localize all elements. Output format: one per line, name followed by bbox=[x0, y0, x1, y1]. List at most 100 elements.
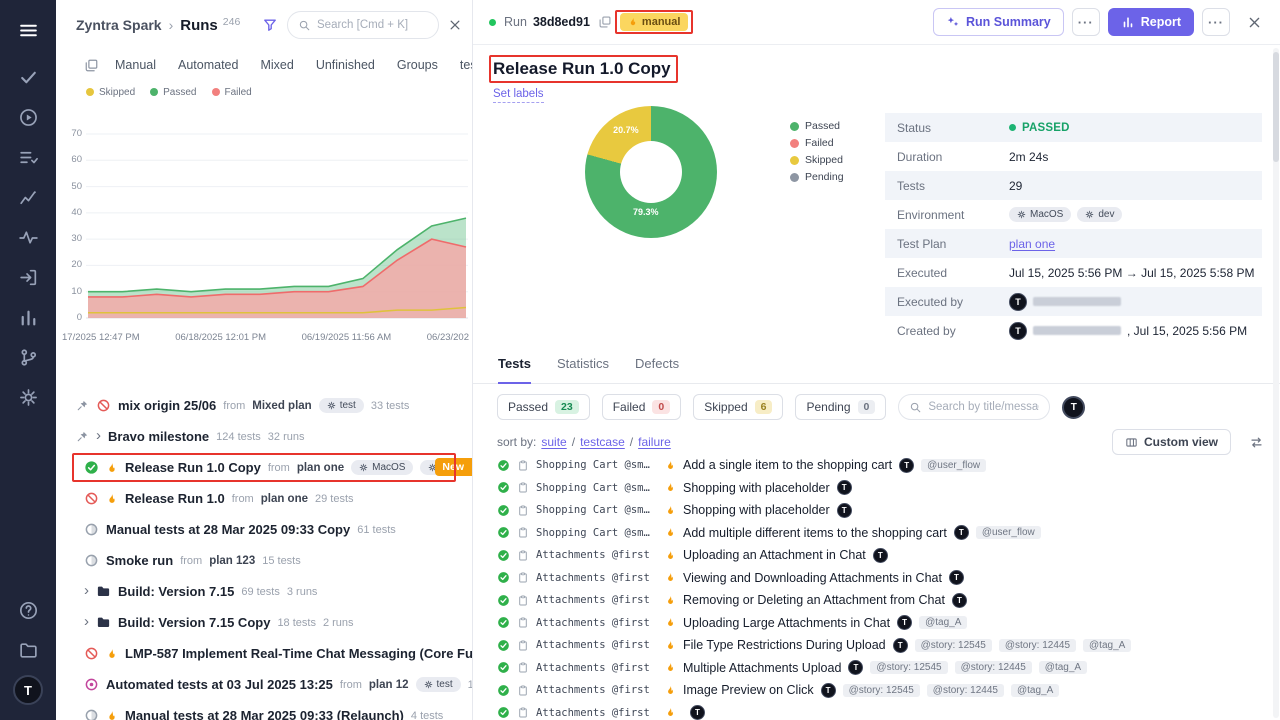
run-summary-button[interactable]: Run Summary bbox=[933, 8, 1064, 36]
sort-by-suite[interactable]: suite bbox=[541, 435, 566, 449]
sidebar-gear-button[interactable] bbox=[10, 382, 46, 412]
tests-search-input[interactable] bbox=[928, 401, 1039, 413]
tab-statistics[interactable]: Statistics bbox=[557, 356, 609, 383]
run-list-item[interactable]: LMP-587 Implement Real-Time Chat Messagi… bbox=[56, 638, 472, 669]
tests-search[interactable] bbox=[898, 394, 1050, 420]
test-tag[interactable]: @story: 12445 bbox=[927, 684, 1004, 697]
run-list-item[interactable]: ›Build: Version 7.1569 tests3 runs bbox=[56, 576, 472, 607]
test-tag[interactable]: @user_flow bbox=[976, 526, 1041, 539]
more-options-button-2[interactable]: ··· bbox=[1202, 8, 1230, 36]
sidebar-bar-chart-button[interactable] bbox=[10, 302, 46, 332]
test-row[interactable]: Attachments @firstRemoving or Deleting a… bbox=[497, 589, 1274, 612]
filter-failed[interactable]: Failed0 bbox=[602, 394, 682, 420]
set-labels-link[interactable]: Set labels bbox=[493, 87, 544, 103]
sidebar-list-check-button[interactable] bbox=[10, 142, 46, 172]
runs-panel-close-button[interactable] bbox=[444, 14, 466, 36]
runs-tab-manual[interactable]: Manual bbox=[115, 58, 156, 72]
scrollbar-thumb[interactable] bbox=[1273, 52, 1279, 162]
run-list-item[interactable]: mix origin 25/06fromMixed plantest33 tes… bbox=[56, 390, 472, 421]
donut-legend-failed[interactable]: Failed bbox=[790, 137, 844, 149]
more-options-button[interactable]: ··· bbox=[1072, 8, 1100, 36]
run-list-item[interactable]: Smoke runfromplan 12315 tests bbox=[56, 545, 472, 576]
run-plan-name[interactable]: plan 12 bbox=[369, 679, 409, 691]
run-list-item[interactable]: ›Build: Version 7.15 Copy18 tests2 runs bbox=[56, 607, 472, 638]
sidebar-help-circle-button[interactable] bbox=[10, 595, 46, 625]
sidebar-play-circle-button[interactable] bbox=[10, 102, 46, 132]
test-tag[interactable]: @story: 12545 bbox=[915, 639, 992, 652]
donut-legend-skipped[interactable]: Skipped bbox=[790, 154, 844, 166]
test-tag[interactable]: @story: 12545 bbox=[843, 684, 920, 697]
test-tag[interactable]: @story: 12445 bbox=[999, 639, 1076, 652]
runs-view-icon[interactable] bbox=[84, 58, 99, 73]
assignee-filter-avatar[interactable]: T bbox=[1062, 396, 1085, 419]
test-tag[interactable]: @tag_A bbox=[1039, 661, 1087, 674]
test-row[interactable]: Shopping Cart @sm…Shopping with placehol… bbox=[497, 499, 1274, 522]
tab-defects[interactable]: Defects bbox=[635, 356, 679, 383]
test-tag[interactable]: @story: 12445 bbox=[955, 661, 1032, 674]
test-row[interactable]: Attachments @firstMultiple Attachments U… bbox=[497, 657, 1274, 680]
sidebar-pulse-button[interactable] bbox=[10, 222, 46, 252]
runs-tab-mixed[interactable]: Mixed bbox=[260, 58, 293, 72]
sidebar-folder-button[interactable] bbox=[10, 635, 46, 665]
test-row[interactable]: Shopping Cart @sm…Shopping with placehol… bbox=[497, 477, 1274, 500]
sidebar-line-chart-button[interactable] bbox=[10, 182, 46, 212]
sort-by-testcase[interactable]: testcase bbox=[580, 435, 625, 449]
chevron-right-icon[interactable]: › bbox=[96, 428, 101, 443]
chart-legend-passed[interactable]: Passed bbox=[150, 87, 196, 98]
run-plan-name[interactable]: plan 123 bbox=[209, 555, 255, 567]
run-list-item[interactable]: ›Bravo milestone124 tests32 runs bbox=[56, 421, 472, 452]
filter-passed[interactable]: Passed23 bbox=[497, 394, 590, 420]
runs-tab-automated[interactable]: Automated bbox=[178, 58, 238, 72]
test-row[interactable]: Shopping Cart @sm…Add multiple different… bbox=[497, 522, 1274, 545]
sort-by-failure[interactable]: failure bbox=[638, 435, 671, 449]
filter-button[interactable] bbox=[258, 13, 282, 37]
runs-tab-groups[interactable]: Groups bbox=[397, 58, 438, 72]
display-settings-button[interactable] bbox=[1246, 432, 1266, 452]
run-list-item[interactable]: Manual tests at 28 Mar 2025 09:33 Copy61… bbox=[56, 514, 472, 545]
run-id: 38d8ed91 bbox=[533, 15, 590, 29]
run-list-item[interactable]: Release Run 1.0 Copyfromplan oneMacOSdev… bbox=[56, 452, 472, 483]
run-plan-name[interactable]: Mixed plan bbox=[252, 400, 311, 412]
test-row[interactable]: Attachments @firstImage Preview on Click… bbox=[497, 679, 1274, 702]
sidebar-box-arrow-button[interactable] bbox=[10, 262, 46, 292]
runs-tab-unfinished[interactable]: Unfinished bbox=[316, 58, 375, 72]
breadcrumb-runs[interactable]: Runs bbox=[180, 17, 218, 34]
test-tag[interactable]: @tag_A bbox=[1011, 684, 1059, 697]
runs-tab-test[interactable]: test bbox=[460, 58, 472, 72]
test-plan-link[interactable]: plan one bbox=[1009, 237, 1055, 251]
report-button[interactable]: Report bbox=[1108, 8, 1194, 36]
test-row[interactable]: Attachments @firstViewing and Downloadin… bbox=[497, 567, 1274, 590]
tab-tests[interactable]: Tests bbox=[498, 356, 531, 384]
test-row[interactable]: Attachments @firstT bbox=[497, 702, 1274, 720]
test-tag[interactable]: @tag_A bbox=[919, 616, 967, 629]
custom-view-button[interactable]: Custom view bbox=[1112, 429, 1231, 455]
run-list-item[interactable]: Automated tests at 03 Jul 2025 13:25from… bbox=[56, 669, 472, 700]
run-list-item[interactable]: Manual tests at 28 Mar 2025 09:33 (Relau… bbox=[56, 700, 472, 720]
chart-legend-skipped[interactable]: Skipped bbox=[86, 87, 135, 98]
run-plan-name[interactable]: plan one bbox=[261, 493, 308, 505]
chart-legend-failed[interactable]: Failed bbox=[212, 87, 252, 98]
copy-run-id-button[interactable] bbox=[598, 15, 612, 29]
close-run-button[interactable] bbox=[1242, 10, 1266, 34]
runs-search[interactable] bbox=[287, 11, 439, 39]
runs-search-input[interactable] bbox=[317, 19, 428, 31]
chevron-right-icon[interactable]: › bbox=[84, 614, 89, 629]
test-tag[interactable]: @user_flow bbox=[921, 459, 986, 472]
sidebar-menu-button[interactable] bbox=[10, 15, 46, 45]
filter-pending[interactable]: Pending0 bbox=[795, 394, 886, 420]
test-tag[interactable]: @story: 12545 bbox=[870, 661, 947, 674]
run-list-item[interactable]: Release Run 1.0fromplan one29 tests bbox=[56, 483, 472, 514]
run-plan-name[interactable]: plan one bbox=[297, 462, 344, 474]
filter-skipped[interactable]: Skipped6 bbox=[693, 394, 783, 420]
donut-legend-pending[interactable]: Pending bbox=[790, 171, 844, 183]
test-tag[interactable]: @tag_A bbox=[1083, 639, 1131, 652]
test-row[interactable]: Attachments @firstUploading Large Attach… bbox=[497, 612, 1274, 635]
test-row[interactable]: Attachments @firstUploading an Attachmen… bbox=[497, 544, 1274, 567]
sidebar-git-branch-button[interactable] bbox=[10, 342, 46, 372]
test-row[interactable]: Attachments @firstFile Type Restrictions… bbox=[497, 634, 1274, 657]
sidebar-check-button[interactable] bbox=[10, 62, 46, 92]
donut-legend-passed[interactable]: Passed bbox=[790, 120, 844, 132]
chevron-right-icon[interactable]: › bbox=[84, 583, 89, 598]
sidebar-user-avatar[interactable]: T bbox=[13, 675, 43, 705]
test-row[interactable]: Shopping Cart @sm…Add a single item to t… bbox=[497, 454, 1274, 477]
